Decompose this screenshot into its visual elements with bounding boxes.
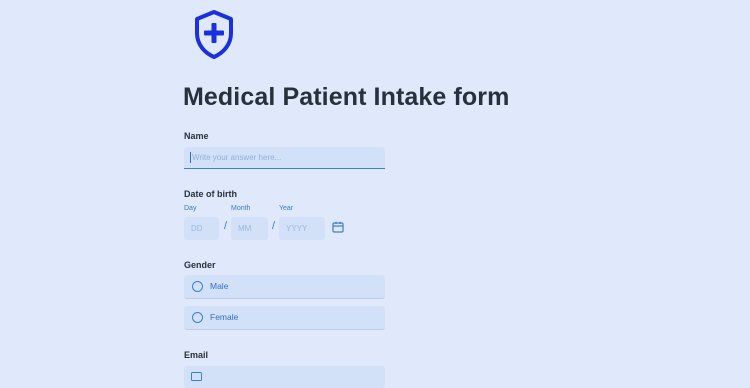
month-label: Month: [231, 205, 251, 212]
gender-option-male[interactable]: Male: [184, 275, 385, 299]
radio-button-icon[interactable]: [192, 281, 203, 292]
gender-option-female[interactable]: Female: [184, 306, 385, 330]
year-input[interactable]: [279, 217, 325, 240]
envelope-icon: [191, 372, 202, 381]
email-input[interactable]: [184, 366, 385, 388]
gender-label: Gender: [184, 260, 216, 270]
date-separator: /: [224, 220, 228, 232]
day-label: Day: [184, 205, 197, 212]
dob-label: Date of birth: [184, 189, 237, 199]
name-label: Name: [184, 131, 209, 141]
calendar-icon[interactable]: [332, 221, 344, 233]
radio-button-icon[interactable]: [192, 312, 203, 323]
text-cursor: [190, 152, 191, 163]
name-input[interactable]: [184, 147, 385, 169]
page-title: Medical Patient Intake form: [183, 83, 510, 111]
email-label: Email: [184, 350, 209, 360]
date-separator: /: [272, 220, 276, 232]
year-label: Year: [279, 205, 294, 212]
month-input[interactable]: [231, 217, 268, 240]
radio-label: Female: [210, 312, 239, 322]
day-input[interactable]: [184, 217, 219, 240]
shield-plus-icon: [195, 10, 233, 59]
radio-label: Male: [210, 281, 229, 291]
